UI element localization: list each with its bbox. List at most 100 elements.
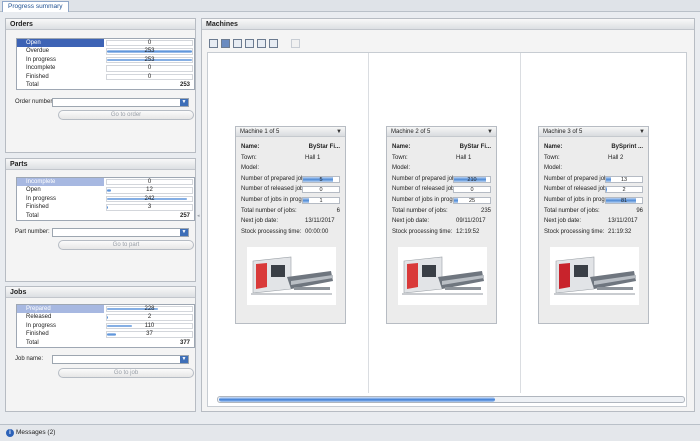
machine-field-row: Town: Hall 1 <box>392 154 491 163</box>
split-view-icon[interactable] <box>233 39 242 48</box>
machine-field-row: Stock processing time: 12:19:52 <box>392 228 491 237</box>
dropdown-arrow-icon[interactable]: ▼ <box>639 127 645 137</box>
machine-jobs-bar: 5 <box>302 175 340 183</box>
machine-jobs-bar-value: 0 <box>319 187 323 194</box>
machine-field-label: Town: <box>241 154 257 161</box>
dropdown-arrow-icon[interactable]: ▼ <box>487 127 493 137</box>
machine-jobs-bar: 25 <box>453 197 491 204</box>
tab-progress-summary[interactable]: Progress summary <box>2 1 69 12</box>
machine-field-row: Number of prepared jobs: 210 <box>392 175 491 184</box>
go-to-order-button[interactable]: Go to order <box>58 110 194 120</box>
chevron-down-icon[interactable]: ▼ <box>180 99 188 106</box>
messages-link[interactable]: Messages (2) <box>16 429 55 436</box>
summary-total-label: Total <box>26 81 39 88</box>
jobs-summary: Prepared 228 Released 2 In progress 110 Finish… <box>16 304 195 348</box>
jobs-panel: Jobs Prepared 228 Released 2 In progress 110 F… <box>5 286 196 412</box>
machine-jobs-bar: 2 <box>605 186 643 194</box>
splitter-handle[interactable]: ◂ <box>197 213 200 219</box>
machine-card[interactable]: Machine 3 of 5 ▼ Name: BySprint ... Town: Hal… <box>538 126 649 324</box>
machine-field-row: Town: Hall 2 <box>544 154 643 163</box>
machine-jobs-bar: 210 <box>453 175 491 183</box>
summary-row[interactable]: Finished 37 <box>17 330 194 338</box>
machine-field-row: Town: Hall 1 <box>241 154 340 163</box>
machine-jobs-bar: 0 <box>453 186 491 194</box>
machines-panel: Machines Machine 1 of 5 ▼ Name: ByStar Fi..… <box>201 18 695 412</box>
machine-field-row: Number of jobs in progress: 81 <box>544 196 643 205</box>
summary-row[interactable]: Open 0 <box>17 39 194 48</box>
summary-row-label: Finished <box>26 204 49 211</box>
orders-panel: Orders Open 0 Overdue 253 In progress 253 Inco… <box>5 18 196 153</box>
summary-row-value: 253 <box>144 56 155 63</box>
machine-card-header[interactable]: Machine 3 of 5 ▼ <box>539 127 648 137</box>
summary-row[interactable]: Finished 0 <box>17 73 194 81</box>
machine-jobs-bar: 1 <box>302 197 340 204</box>
refresh-icon[interactable] <box>269 39 278 48</box>
machine-field-value: Hall 1 <box>456 154 472 161</box>
settings-icon[interactable] <box>291 39 300 48</box>
machine-field-value: BySprint ... <box>611 144 643 150</box>
summary-total-value: 257 <box>179 212 190 219</box>
two-column-view-icon[interactable] <box>221 39 230 48</box>
machine-field-value: 96 <box>636 207 643 214</box>
summary-row-label: In progress <box>26 195 57 202</box>
machine-field-row: Name: ByStar Fi... <box>241 143 340 152</box>
status-bar: i Messages (2) <box>0 424 700 441</box>
machine-card-header[interactable]: Machine 1 of 5 ▼ <box>236 127 345 137</box>
summary-row[interactable]: Released 2 <box>17 313 194 321</box>
part-number-label: Part number: <box>15 229 50 235</box>
order-number-combo[interactable]: ▼ <box>52 98 189 107</box>
summary-row[interactable]: Overdue 253 <box>17 47 194 55</box>
machine-field-label: Next job date: <box>392 218 430 225</box>
machine-jobs-bar-value: 2 <box>622 187 626 194</box>
dropdown-arrow-icon[interactable]: ▼ <box>336 127 342 137</box>
summary-row[interactable]: In progress 110 <box>17 322 194 330</box>
parts-panel: Parts Incomplete 0 Open 12 In progress 242 Fin… <box>5 158 196 282</box>
summary-row[interactable]: Finished 3 <box>17 203 194 211</box>
machine-jobs-bar-value: 81 <box>620 198 628 204</box>
machine-field-row: Number of released jobs: 0 <box>392 185 491 194</box>
machine-field-row: Model: <box>241 164 340 173</box>
machine-field-label: Total number of jobs: <box>392 207 448 214</box>
summary-row[interactable]: In progress 242 <box>17 195 194 203</box>
chevron-down-icon[interactable]: ▼ <box>180 229 188 236</box>
machine-jobs-bar: 13 <box>605 175 643 183</box>
machine-field-value: 13/11/2017 <box>305 218 335 225</box>
grid-view-icon[interactable] <box>245 39 254 48</box>
parts-summary: Incomplete 0 Open 12 In progress 242 Finished 3… <box>16 177 195 221</box>
summary-row-label: Incomplete <box>26 65 56 72</box>
job-name-combo[interactable]: ▼ <box>52 355 189 364</box>
summary-row[interactable]: Incomplete 0 <box>17 64 194 72</box>
info-icon[interactable]: i <box>6 429 14 437</box>
machine-jobs-bar-value: 210 <box>467 176 477 183</box>
chevron-down-icon[interactable]: ▼ <box>180 356 188 363</box>
machine-field-value: Hall 1 <box>305 154 321 161</box>
machines-title: Machines <box>202 19 694 30</box>
orders-title: Orders <box>6 19 195 30</box>
single-view-icon[interactable] <box>209 39 218 48</box>
summary-row[interactable]: In progress 253 <box>17 56 194 64</box>
machine-card-header[interactable]: Machine 2 of 5 ▼ <box>387 127 496 137</box>
machine-field-label: Model: <box>392 165 411 172</box>
machine-card[interactable]: Machine 1 of 5 ▼ Name: ByStar Fi... Town: Hal… <box>235 126 346 324</box>
scrollbar-thumb[interactable] <box>219 397 495 402</box>
machine-card-title: Machine 1 of 5 <box>240 129 280 135</box>
summary-row-label: In progress <box>26 322 57 329</box>
machine-field-label: Town: <box>392 154 408 161</box>
summary-row[interactable]: Prepared 228 <box>17 305 194 314</box>
horizontal-scrollbar[interactable] <box>217 396 685 403</box>
machine-field-value: 235 <box>480 207 491 214</box>
summary-row[interactable]: Incomplete 0 <box>17 178 194 187</box>
columns-view-icon[interactable] <box>257 39 266 48</box>
order-number-row: Order number ▼ <box>15 98 195 108</box>
go-to-job-button[interactable]: Go to job <box>58 368 194 378</box>
summary-row[interactable]: Open 12 <box>17 186 194 194</box>
machine-field-label: Number of prepared jobs: <box>241 175 310 182</box>
part-number-combo[interactable]: ▼ <box>52 228 189 237</box>
jobs-title: Jobs <box>6 287 195 298</box>
machine-field-row: Total number of jobs: 96 <box>544 207 643 216</box>
go-to-part-button[interactable]: Go to part <box>58 240 194 250</box>
machine-card[interactable]: Machine 2 of 5 ▼ Name: ByStar Fi... Town: Hal… <box>386 126 497 324</box>
column-divider <box>368 53 369 393</box>
machine-image-svg <box>550 247 639 305</box>
summary-total-row: Total 377 <box>17 339 194 347</box>
